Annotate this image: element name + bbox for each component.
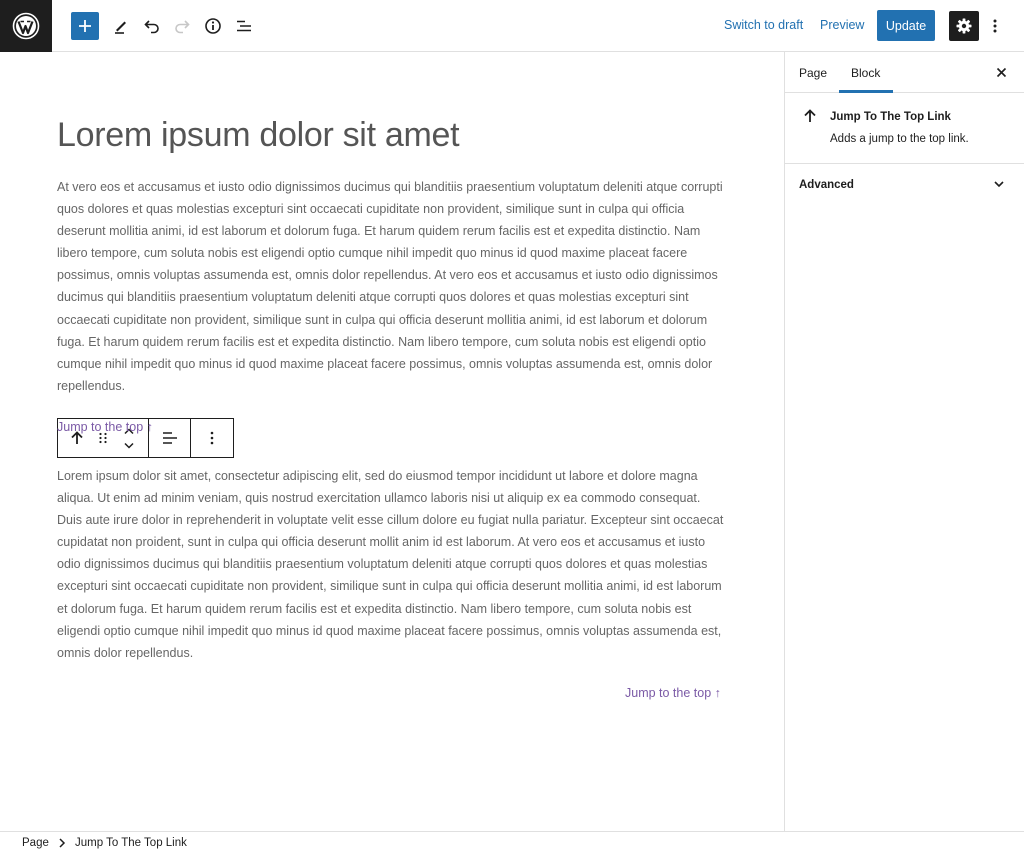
plus-icon	[79, 20, 91, 32]
close-sidebar-button[interactable]	[993, 64, 1009, 80]
advanced-panel-toggle[interactable]: Advanced	[785, 164, 1024, 206]
options-button[interactable]	[981, 11, 1009, 41]
redo-icon	[175, 20, 190, 34]
jump-to-top-link[interactable]: Jump to the top ↑	[57, 420, 153, 434]
editor-header: Switch to draft Preview Update	[0, 0, 1024, 52]
sidebar-tabs: Page Block	[785, 52, 1024, 93]
more-vertical-icon	[993, 19, 997, 33]
chevron-down-icon	[994, 181, 1004, 188]
details-button[interactable]	[199, 11, 227, 41]
paragraph-block[interactable]: At vero eos et accusamus et iusto odio d…	[57, 176, 727, 397]
pencil-icon	[115, 21, 126, 34]
undo-button[interactable]	[138, 11, 166, 41]
redo-button[interactable]	[168, 11, 196, 41]
breadcrumb-item-block[interactable]: Jump To The Top Link	[75, 837, 187, 849]
settings-button[interactable]	[949, 11, 979, 41]
arrow-up-icon	[804, 109, 816, 122]
block-options-button[interactable]	[191, 419, 233, 457]
post-title[interactable]: Lorem ipsum dolor sit amet	[57, 116, 460, 155]
block-card-title: Jump To The Top Link	[830, 111, 951, 123]
undo-icon	[144, 20, 159, 34]
close-icon	[996, 67, 1006, 77]
chevron-right-icon	[59, 838, 66, 848]
chevron-down-icon	[124, 442, 134, 449]
jump-to-top-link[interactable]: Jump to the top ↑	[625, 686, 721, 700]
align-left-icon	[162, 432, 177, 444]
tab-block[interactable]: Block	[851, 66, 880, 80]
switch-to-draft-button[interactable]: Switch to draft	[724, 18, 803, 32]
update-button[interactable]: Update	[877, 10, 935, 41]
breadcrumb-item-page[interactable]: Page	[22, 837, 49, 849]
block-card-description: Adds a jump to the top link.	[830, 133, 969, 145]
align-button[interactable]	[149, 419, 190, 457]
paragraph-block[interactable]: Lorem ipsum dolor sit amet, consectetur …	[57, 465, 727, 664]
block-toolbar-group-align	[149, 419, 191, 457]
wordpress-logo-icon	[12, 12, 40, 40]
wordpress-logo-button[interactable]	[0, 0, 52, 52]
move-down-button[interactable]	[119, 438, 139, 453]
list-view-icon	[237, 20, 251, 32]
tools-button[interactable]	[107, 11, 135, 41]
settings-sidebar: Page Block Jump To The Top Link Adds a j…	[784, 52, 1024, 831]
block-toolbar-group-options	[191, 419, 233, 457]
breadcrumb: Page Jump To The Top Link	[0, 831, 1024, 853]
list-view-button[interactable]	[230, 11, 258, 41]
tab-page[interactable]: Page	[799, 66, 827, 80]
preview-button[interactable]: Preview	[820, 18, 864, 32]
advanced-panel-label: Advanced	[799, 179, 854, 191]
editor-canvas: Lorem ipsum dolor sit amet At vero eos e…	[0, 52, 784, 831]
gear-icon	[956, 18, 972, 34]
more-vertical-icon	[210, 431, 214, 445]
info-icon	[205, 18, 221, 34]
block-card: Jump To The Top Link Adds a jump to the …	[785, 93, 1024, 164]
add-block-button[interactable]	[71, 12, 99, 40]
